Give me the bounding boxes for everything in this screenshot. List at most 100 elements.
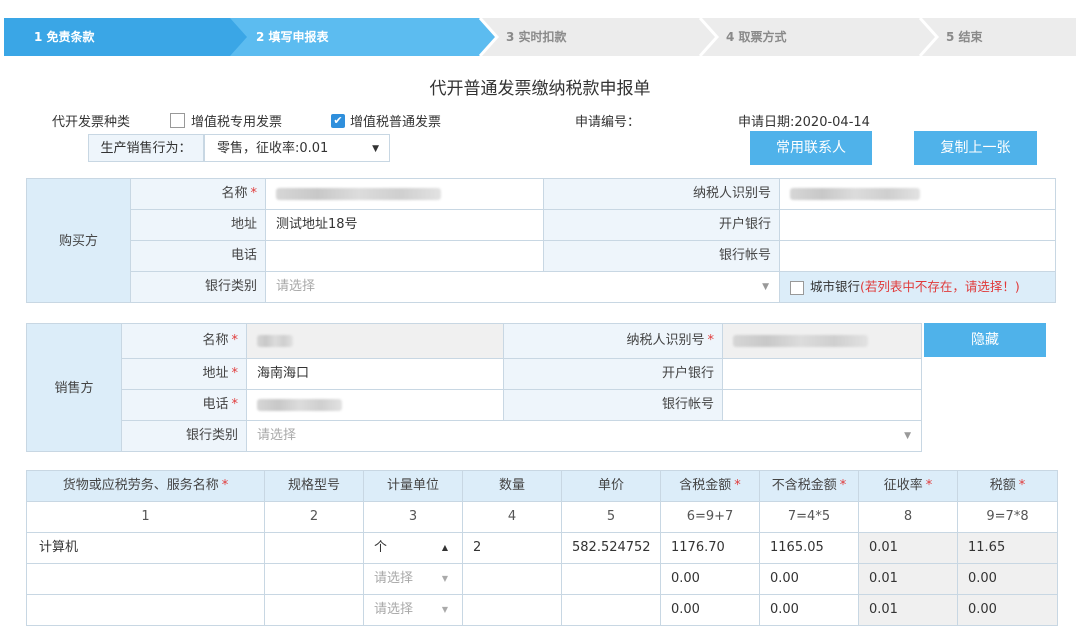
formula-label: 4 [507, 509, 517, 524]
hide-button[interactable]: 隐藏 [924, 323, 1046, 357]
goods-incl-tax-amount-value: 0.00 [671, 602, 700, 617]
goods-cell-price[interactable] [561, 563, 661, 595]
checkbox-checked-icon[interactable]: ✔ [331, 113, 345, 128]
goods-cell-name[interactable] [26, 563, 265, 595]
buyer-bank-type-select[interactable]: 请选择 ▼ [265, 271, 780, 303]
dropdown-arrow-icon: ▼ [904, 431, 911, 441]
goods-cell-qty[interactable]: 2 [462, 532, 562, 564]
goods-cell-rate: 0.01 [858, 532, 958, 564]
goods-cell-rate: 0.01 [858, 594, 958, 626]
step-4: 4 取票方式 [726, 30, 787, 44]
goods-tax-value: 0.00 [968, 602, 997, 617]
goods-tax-value: 0.00 [968, 571, 997, 586]
formula-label: 1 [141, 509, 150, 524]
column-header-spec: 规格型号 [264, 470, 364, 502]
buyer-account-field[interactable] [779, 240, 1056, 272]
goods-cell-name[interactable] [26, 594, 265, 626]
required-mark: * [221, 478, 229, 493]
seller-account-field[interactable] [722, 389, 922, 421]
buyer-phone-field[interactable] [265, 240, 544, 272]
copy-previous-button[interactable]: 复制上一张 [914, 131, 1037, 165]
goods-cell-price[interactable] [561, 594, 661, 626]
goods-incl-tax-amount-value: 1176.70 [671, 540, 725, 555]
redacted-value [790, 187, 920, 200]
goods-cell-qty[interactable] [462, 594, 562, 626]
invoice-type-label: 代开发票种类 [52, 115, 131, 130]
unit-placeholder: 请选择 [374, 602, 414, 617]
goods-cell-incl-tax-amount[interactable]: 1176.70 [660, 532, 760, 564]
apply-number-label: 申请编号： [575, 115, 641, 130]
redacted-value [276, 187, 441, 200]
goods-cell-incl-tax-amount[interactable]: 0.00 [660, 563, 760, 595]
goods-cell-qty[interactable] [462, 563, 562, 595]
caret-up-icon: ▲ [441, 543, 448, 552]
redacted-value [257, 398, 342, 411]
column-header-label: 货物或应税劳务、服务名称 [62, 478, 219, 493]
formula-label: 5 [606, 509, 616, 524]
seller-bank-type-select[interactable]: 请选择 ▼ [246, 420, 922, 452]
buyer-tax-id-field[interactable] [779, 178, 1056, 210]
goods-rate-value: 0.01 [869, 540, 898, 555]
column-header-label: 规格型号 [287, 478, 340, 493]
checkbox-unchecked-icon[interactable] [790, 280, 804, 295]
seller-tax-id-field [722, 323, 922, 359]
formula-cell: 1 [26, 501, 265, 533]
sales-behavior-value: 零售，征收率:0.01 [217, 141, 329, 156]
column-header-unit: 计量单位 [363, 470, 463, 502]
goods-cell-excl-tax-amount[interactable]: 1165.05 [759, 532, 859, 564]
column-header-label: 单价 [597, 478, 624, 493]
column-header-label: 数量 [498, 478, 525, 493]
invoice-type-normal-option[interactable]: ✔ 增值税普通发票 [331, 111, 441, 130]
invoice-type-special-label: 增值税专用发票 [191, 115, 283, 130]
goods-excl-tax-amount-value: 0.00 [770, 602, 799, 617]
invoice-type-special-option[interactable]: 增值税专用发票 [170, 111, 282, 130]
buyer-account-label: 银行帐号 [543, 240, 780, 272]
column-header-label: 含税金额 [679, 478, 732, 493]
buyer-bank-type-label: 银行类别 [130, 271, 266, 303]
buyer-address-label: 地址 [130, 209, 266, 241]
buyer-address-field[interactable]: 测试地址18号 [265, 209, 544, 241]
goods-cell-unit[interactable]: 个 ▲ [363, 532, 463, 564]
buyer-bank-field[interactable] [779, 209, 1056, 241]
goods-rate-value: 0.01 [869, 571, 898, 586]
goods-cell-rate: 0.01 [858, 563, 958, 595]
goods-cell-spec[interactable] [264, 563, 364, 595]
seller-phone-field[interactable] [246, 389, 504, 421]
step-3: 3 实时扣款 [506, 30, 567, 44]
city-bank-option[interactable]: 城市银行(若列表中不存在，请选择！) [779, 271, 1056, 303]
formula-cell: 3 [363, 501, 463, 533]
common-contacts-button[interactable]: 常用联系人 [750, 131, 872, 165]
column-header-label: 不含税金额 [771, 478, 837, 493]
column-header-qty: 数量 [462, 470, 562, 502]
sales-behavior-select[interactable]: 零售，征收率:0.01 ▼ [204, 134, 390, 162]
redacted-value [733, 334, 868, 347]
seller-address-label: 地址 * [121, 358, 247, 390]
formula-cell: 6=9+7 [660, 501, 760, 533]
goods-cell-price[interactable]: 582.524752 [561, 532, 661, 564]
goods-cell-spec[interactable] [264, 594, 364, 626]
seller-tax-id-label: 纳税人识别号 * [503, 323, 723, 359]
goods-cell-incl-tax-amount[interactable]: 0.00 [660, 594, 760, 626]
column-header-incl-tax-amount: 含税金额 * [660, 470, 760, 502]
formula-label: 9=7*8 [986, 509, 1029, 524]
buyer-name-label: 名称 * [130, 178, 266, 210]
checkbox-unchecked-icon[interactable] [170, 113, 185, 128]
bank-type-placeholder: 请选择 [276, 279, 316, 294]
formula-label: 2 [309, 509, 319, 524]
buyer-name-field[interactable] [265, 178, 544, 210]
seller-address-field[interactable]: 海南海口 [246, 358, 504, 390]
goods-cell-tax: 0.00 [957, 563, 1058, 595]
goods-cell-spec[interactable] [264, 532, 364, 564]
step-progress-bar: 1 免责条款 2 填写申报表 3 实时扣款 4 取票方式 5 结束 [4, 18, 1076, 56]
column-header-label: 税额 [989, 478, 1016, 493]
sales-behavior-label: 生产销售行为： [88, 134, 204, 162]
formula-cell: 8 [858, 501, 958, 533]
goods-cell-unit[interactable]: 请选择 ▼ [363, 594, 463, 626]
goods-cell-unit[interactable]: 请选择 ▼ [363, 563, 463, 595]
seller-bank-field[interactable] [722, 358, 922, 390]
goods-cell-name[interactable]: 计算机 [26, 532, 265, 564]
goods-name-value: 计算机 [39, 540, 79, 555]
goods-cell-excl-tax-amount[interactable]: 0.00 [759, 563, 859, 595]
goods-cell-excl-tax-amount[interactable]: 0.00 [759, 594, 859, 626]
required-mark: * [839, 478, 847, 493]
